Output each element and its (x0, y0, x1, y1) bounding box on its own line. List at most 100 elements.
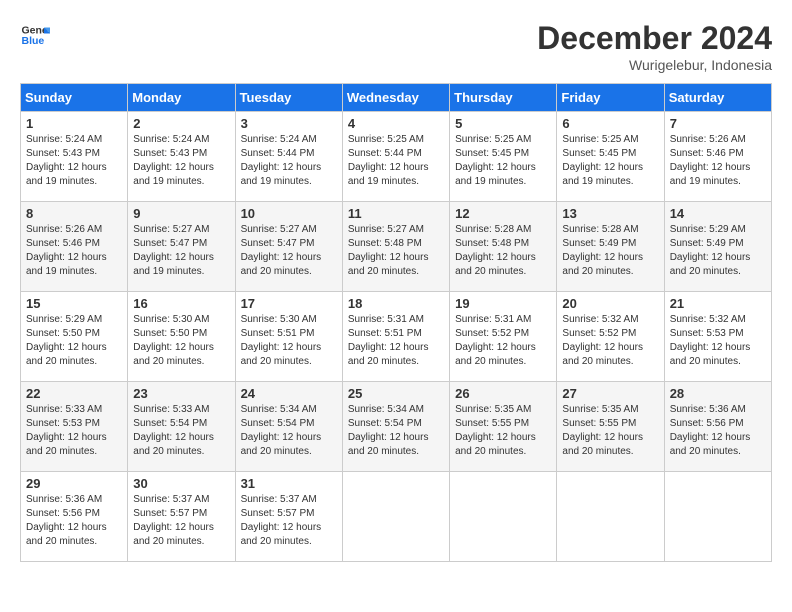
day-info: Sunrise: 5:27 AM Sunset: 5:47 PM Dayligh… (241, 223, 337, 279)
day-info: Sunrise: 5:31 AM Sunset: 5:51 PM Dayligh… (348, 313, 444, 369)
day-info: Sunrise: 5:24 AM Sunset: 5:43 PM Dayligh… (133, 133, 229, 189)
calendar-cell: 29 Sunrise: 5:36 AM Sunset: 5:56 PM Dayli… (21, 472, 128, 562)
calendar-cell (342, 472, 449, 562)
day-info: Sunrise: 5:25 AM Sunset: 5:44 PM Dayligh… (348, 133, 444, 189)
calendar-week-2: 8 Sunrise: 5:26 AM Sunset: 5:46 PM Daylig… (21, 202, 772, 292)
calendar-table: SundayMondayTuesdayWednesdayThursdayFrid… (20, 83, 772, 562)
day-number: 8 (26, 206, 122, 221)
calendar-cell: 11 Sunrise: 5:27 AM Sunset: 5:48 PM Dayli… (342, 202, 449, 292)
day-number: 31 (241, 476, 337, 491)
day-number: 15 (26, 296, 122, 311)
calendar-cell: 25Sunrise: 5:34 AM Sunset: 5:54 PM Dayli… (342, 382, 449, 472)
location-subtitle: Wurigelebur, Indonesia (537, 57, 772, 73)
calendar-cell: 14Sunrise: 5:29 AM Sunset: 5:49 PM Dayli… (664, 202, 771, 292)
day-number: 18 (348, 296, 444, 311)
calendar-week-4: 22Sunrise: 5:33 AM Sunset: 5:53 PM Dayli… (21, 382, 772, 472)
header-friday: Friday (557, 84, 664, 112)
day-number: 1 (26, 116, 122, 131)
day-info: Sunrise: 5:25 AM Sunset: 5:45 PM Dayligh… (455, 133, 551, 189)
calendar-cell: 19 Sunrise: 5:31 AM Sunset: 5:52 PM Dayli… (450, 292, 557, 382)
day-info: Sunrise: 5:25 AM Sunset: 5:45 PM Dayligh… (562, 133, 658, 189)
calendar-cell: 7Sunrise: 5:26 AM Sunset: 5:46 PM Daylig… (664, 112, 771, 202)
day-info: Sunrise: 5:28 AM Sunset: 5:49 PM Dayligh… (562, 223, 658, 279)
calendar-cell: 1 Sunrise: 5:24 AM Sunset: 5:43 PM Daylig… (21, 112, 128, 202)
day-number: 28 (670, 386, 766, 401)
day-number: 21 (670, 296, 766, 311)
calendar-cell: 30 Sunrise: 5:37 AM Sunset: 5:57 PM Dayli… (128, 472, 235, 562)
day-info: Sunrise: 5:29 AM Sunset: 5:50 PM Dayligh… (26, 313, 122, 369)
header-saturday: Saturday (664, 84, 771, 112)
day-number: 20 (562, 296, 658, 311)
day-info: Sunrise: 5:29 AM Sunset: 5:49 PM Dayligh… (670, 223, 766, 279)
calendar-header-row: SundayMondayTuesdayWednesdayThursdayFrid… (21, 84, 772, 112)
svg-text:Blue: Blue (22, 35, 45, 47)
calendar-cell: 27 Sunrise: 5:35 AM Sunset: 5:55 PM Dayli… (557, 382, 664, 472)
header-thursday: Thursday (450, 84, 557, 112)
calendar-cell: 2 Sunrise: 5:24 AM Sunset: 5:43 PM Daylig… (128, 112, 235, 202)
day-info: Sunrise: 5:34 AM Sunset: 5:54 PM Dayligh… (348, 403, 444, 459)
day-number: 27 (562, 386, 658, 401)
day-info: Sunrise: 5:24 AM Sunset: 5:44 PM Dayligh… (241, 133, 337, 189)
calendar-cell (557, 472, 664, 562)
day-number: 6 (562, 116, 658, 131)
calendar-cell: 28Sunrise: 5:36 AM Sunset: 5:56 PM Dayli… (664, 382, 771, 472)
calendar-cell: 5 Sunrise: 5:25 AM Sunset: 5:45 PM Daylig… (450, 112, 557, 202)
day-info: Sunrise: 5:24 AM Sunset: 5:43 PM Dayligh… (26, 133, 122, 189)
calendar-cell: 12Sunrise: 5:28 AM Sunset: 5:48 PM Dayli… (450, 202, 557, 292)
calendar-week-5: 29 Sunrise: 5:36 AM Sunset: 5:56 PM Dayli… (21, 472, 772, 562)
calendar-cell (450, 472, 557, 562)
day-info: Sunrise: 5:32 AM Sunset: 5:52 PM Dayligh… (562, 313, 658, 369)
title-block: December 2024 Wurigelebur, Indonesia (537, 20, 772, 73)
header-sunday: Sunday (21, 84, 128, 112)
day-info: Sunrise: 5:30 AM Sunset: 5:50 PM Dayligh… (133, 313, 229, 369)
calendar-cell (664, 472, 771, 562)
day-number: 19 (455, 296, 551, 311)
day-info: Sunrise: 5:33 AM Sunset: 5:54 PM Dayligh… (133, 403, 229, 459)
page-header: General Blue December 2024 Wurigelebur, … (20, 20, 772, 73)
calendar-cell: 22Sunrise: 5:33 AM Sunset: 5:53 PM Dayli… (21, 382, 128, 472)
calendar-cell: 17 Sunrise: 5:30 AM Sunset: 5:51 PM Dayli… (235, 292, 342, 382)
day-number: 12 (455, 206, 551, 221)
day-info: Sunrise: 5:31 AM Sunset: 5:52 PM Dayligh… (455, 313, 551, 369)
day-number: 22 (26, 386, 122, 401)
calendar-cell: 6 Sunrise: 5:25 AM Sunset: 5:45 PM Daylig… (557, 112, 664, 202)
day-info: Sunrise: 5:26 AM Sunset: 5:46 PM Dayligh… (26, 223, 122, 279)
day-number: 23 (133, 386, 229, 401)
day-info: Sunrise: 5:26 AM Sunset: 5:46 PM Dayligh… (670, 133, 766, 189)
day-info: Sunrise: 5:27 AM Sunset: 5:47 PM Dayligh… (133, 223, 229, 279)
month-title: December 2024 (537, 20, 772, 57)
calendar-cell: 21 Sunrise: 5:32 AM Sunset: 5:53 PM Dayli… (664, 292, 771, 382)
day-number: 2 (133, 116, 229, 131)
day-number: 5 (455, 116, 551, 131)
day-info: Sunrise: 5:27 AM Sunset: 5:48 PM Dayligh… (348, 223, 444, 279)
calendar-cell: 15 Sunrise: 5:29 AM Sunset: 5:50 PM Dayli… (21, 292, 128, 382)
calendar-cell: 18 Sunrise: 5:31 AM Sunset: 5:51 PM Dayli… (342, 292, 449, 382)
day-info: Sunrise: 5:37 AM Sunset: 5:57 PM Dayligh… (133, 493, 229, 549)
day-number: 26 (455, 386, 551, 401)
day-info: Sunrise: 5:32 AM Sunset: 5:53 PM Dayligh… (670, 313, 766, 369)
day-number: 24 (241, 386, 337, 401)
day-number: 29 (26, 476, 122, 491)
day-number: 17 (241, 296, 337, 311)
calendar-cell: 10Sunrise: 5:27 AM Sunset: 5:47 PM Dayli… (235, 202, 342, 292)
day-number: 3 (241, 116, 337, 131)
day-number: 4 (348, 116, 444, 131)
day-info: Sunrise: 5:37 AM Sunset: 5:57 PM Dayligh… (241, 493, 337, 549)
logo-icon: General Blue (20, 20, 50, 50)
day-info: Sunrise: 5:36 AM Sunset: 5:56 PM Dayligh… (26, 493, 122, 549)
day-info: Sunrise: 5:30 AM Sunset: 5:51 PM Dayligh… (241, 313, 337, 369)
calendar-cell: 31 Sunrise: 5:37 AM Sunset: 5:57 PM Dayli… (235, 472, 342, 562)
day-number: 11 (348, 206, 444, 221)
day-info: Sunrise: 5:35 AM Sunset: 5:55 PM Dayligh… (562, 403, 658, 459)
calendar-cell: 20 Sunrise: 5:32 AM Sunset: 5:52 PM Dayli… (557, 292, 664, 382)
calendar-cell: 3 Sunrise: 5:24 AM Sunset: 5:44 PM Daylig… (235, 112, 342, 202)
calendar-cell: 9Sunrise: 5:27 AM Sunset: 5:47 PM Daylig… (128, 202, 235, 292)
calendar-cell: 8 Sunrise: 5:26 AM Sunset: 5:46 PM Daylig… (21, 202, 128, 292)
calendar-cell: 26Sunrise: 5:35 AM Sunset: 5:55 PM Dayli… (450, 382, 557, 472)
calendar-cell: 16Sunrise: 5:30 AM Sunset: 5:50 PM Dayli… (128, 292, 235, 382)
header-wednesday: Wednesday (342, 84, 449, 112)
header-tuesday: Tuesday (235, 84, 342, 112)
day-number: 30 (133, 476, 229, 491)
calendar-week-1: 1 Sunrise: 5:24 AM Sunset: 5:43 PM Daylig… (21, 112, 772, 202)
day-number: 13 (562, 206, 658, 221)
